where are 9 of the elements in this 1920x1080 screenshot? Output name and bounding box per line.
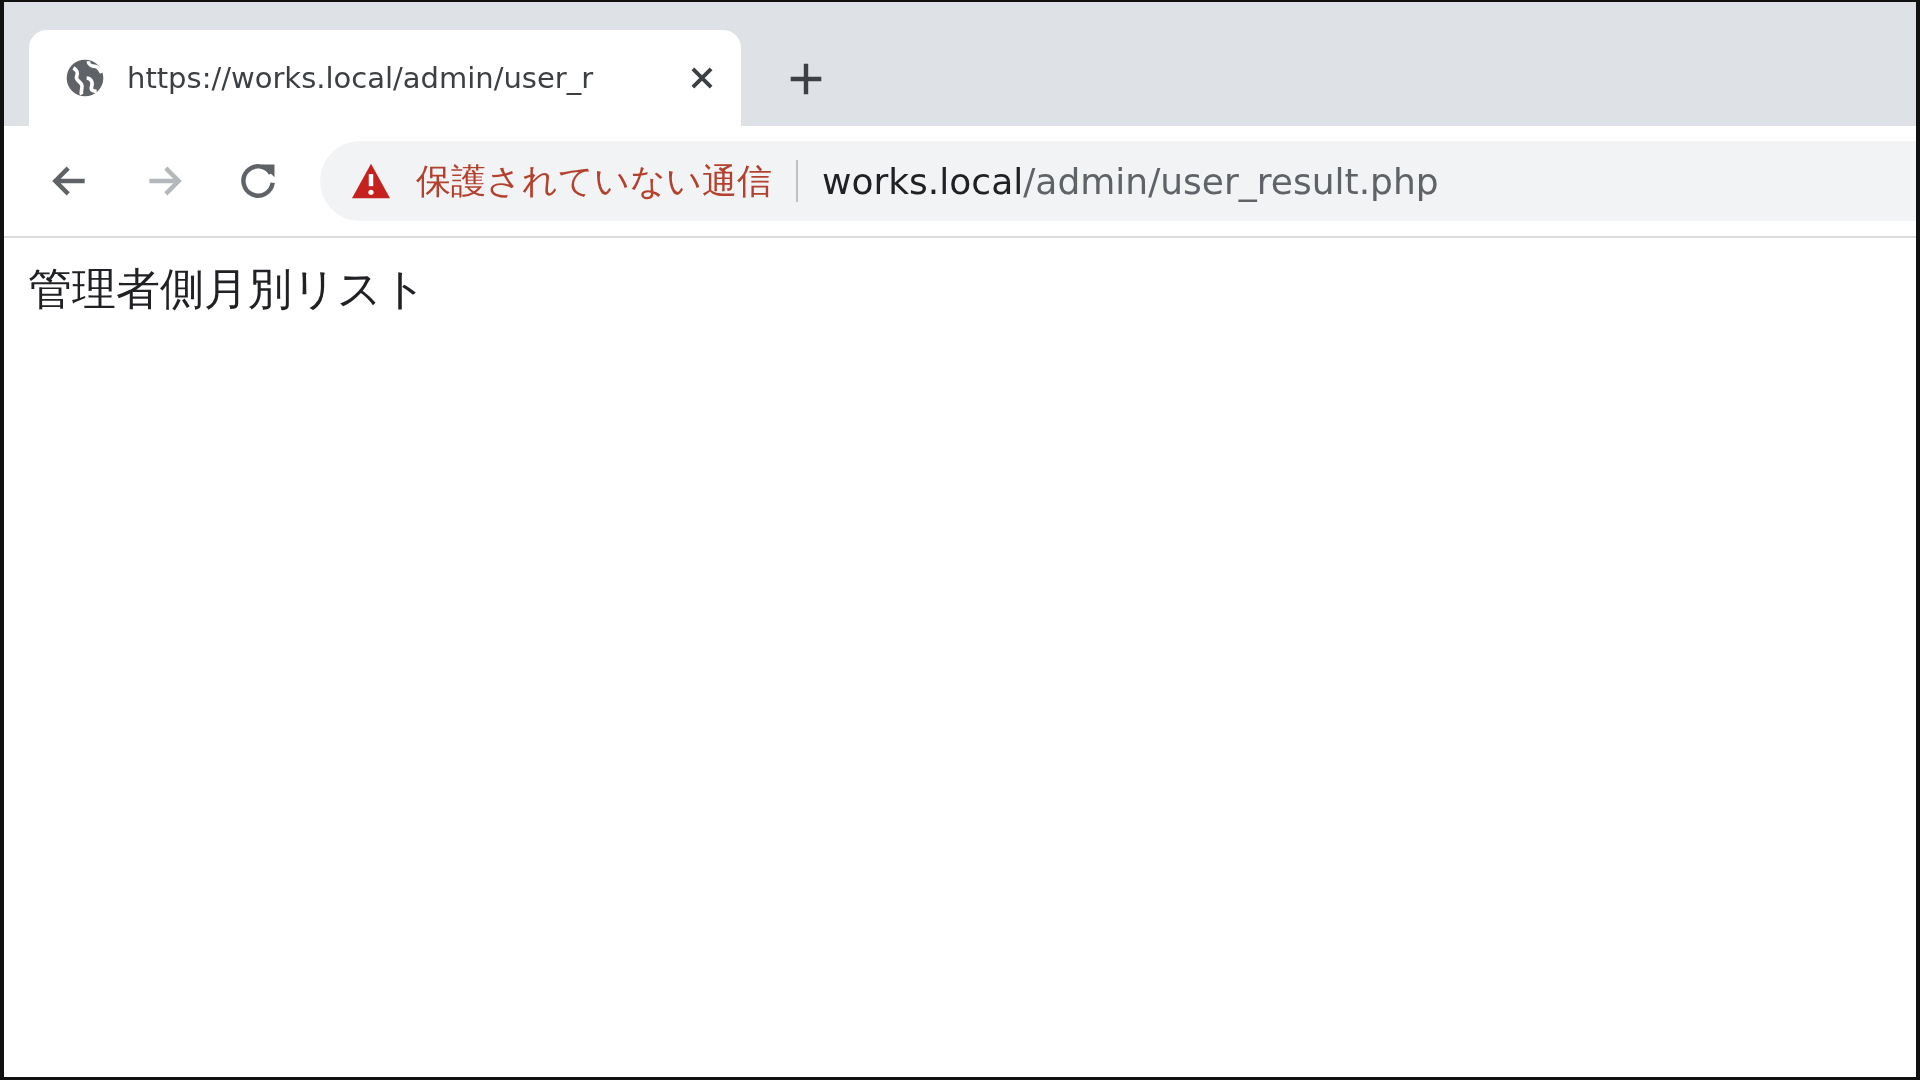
new-tab-icon[interactable] [789, 62, 823, 96]
warning-icon [350, 162, 392, 200]
browser-tab[interactable]: https://works.local/admin/user_r [29, 30, 741, 126]
security-label[interactable]: 保護されていない通信 [416, 157, 772, 205]
globe-icon [65, 58, 105, 98]
url-text[interactable]: works.local/admin/user_result.php [822, 160, 1439, 202]
page-heading: 管理者側月別リスト [28, 263, 427, 314]
close-icon[interactable] [689, 65, 715, 91]
address-bar[interactable]: 保護されていない通信 works.local/admin/user_result.php [320, 141, 1916, 221]
